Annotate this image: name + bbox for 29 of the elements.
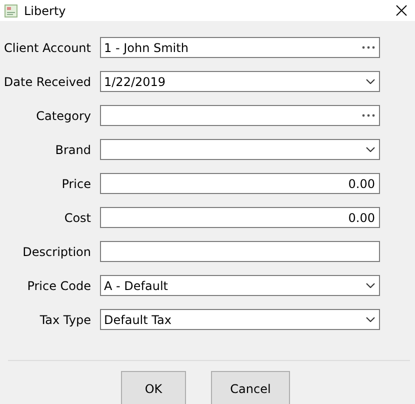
chevron-down-icon[interactable] — [366, 317, 375, 322]
field-label: Brand — [54, 142, 92, 158]
app-icon — [4, 4, 18, 18]
field-label: Date Received — [2, 74, 92, 90]
dropdown-field[interactable] — [100, 139, 380, 160]
chevron-down-icon[interactable] — [366, 147, 375, 152]
close-button[interactable] — [394, 3, 409, 18]
field-label: Tax Type — [38, 312, 92, 328]
cancel-button[interactable]: Cancel — [211, 371, 290, 404]
dropdown-field[interactable]: Default Tax — [100, 309, 380, 330]
dropdown-field[interactable]: 1/22/2019 — [100, 71, 380, 92]
field-label: Price Code — [26, 278, 92, 294]
dropdown-field[interactable]: A - Default — [100, 275, 380, 296]
ellipsis-icon[interactable] — [362, 114, 375, 117]
field-label: Price — [60, 176, 92, 192]
ok-button[interactable]: OK — [121, 371, 186, 404]
input-field[interactable] — [100, 241, 380, 262]
field-label: Client Account — [2, 40, 92, 56]
lookup-field[interactable]: 1 - John Smith — [100, 37, 380, 58]
field-label: Cost — [63, 210, 92, 226]
ellipsis-icon[interactable] — [362, 46, 375, 49]
lookup-field[interactable] — [100, 105, 380, 126]
input-field[interactable]: 0.00 — [100, 173, 380, 194]
chevron-down-icon[interactable] — [366, 79, 375, 84]
input-field[interactable]: 0.00 — [100, 207, 380, 228]
chevron-down-icon[interactable] — [366, 283, 375, 288]
field-label: Description — [22, 244, 92, 260]
window-title: Liberty — [24, 2, 66, 20]
field-label: Category — [35, 108, 92, 124]
